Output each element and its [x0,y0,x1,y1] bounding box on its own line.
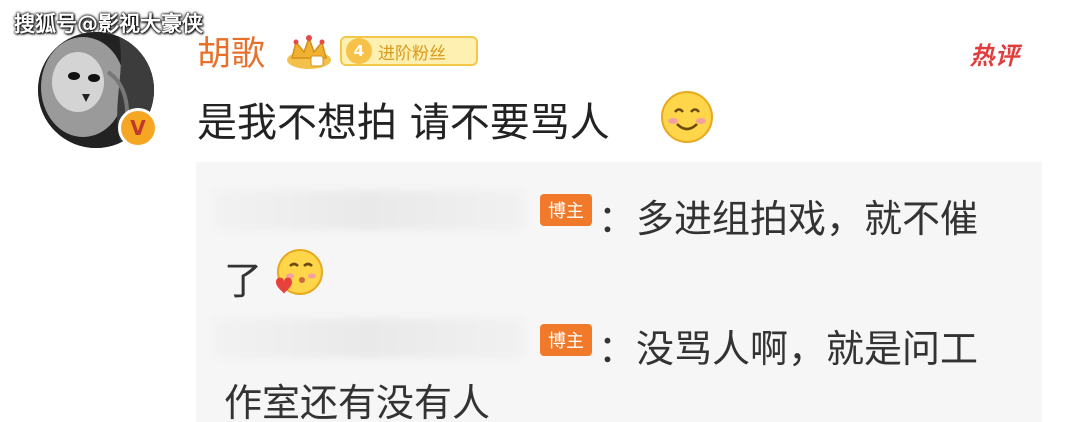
kiss-emoji-icon [276,249,323,295]
comment-username[interactable]: 胡歌 [197,26,265,75]
reply-text-line: 作室还有没有人 [224,381,491,422]
crown-icon [287,35,331,69]
comment-text: 是我不想拍 请不要骂人 [197,100,610,146]
verified-badge-icon: V [118,108,158,148]
fan-level-badge: 4 进阶粉丝 [340,36,478,66]
hot-comment-label: 热评 [970,42,1020,70]
blogger-tag: 博主 [540,194,592,226]
fan-level-text: 进阶粉丝 [378,43,446,64]
reply-text-line: ：多进组拍戏，就不催 [598,197,979,241]
blogger-tag: 博主 [540,324,592,356]
reply-text-line: ：没骂人啊，就是问工 [598,327,979,371]
reply-text-line: 了 [224,259,263,303]
reply-username-blurred[interactable] [214,318,524,358]
fan-level-number: 4 [346,38,372,64]
reply-username-blurred[interactable] [214,190,524,230]
smile-emoji-icon [661,91,713,143]
